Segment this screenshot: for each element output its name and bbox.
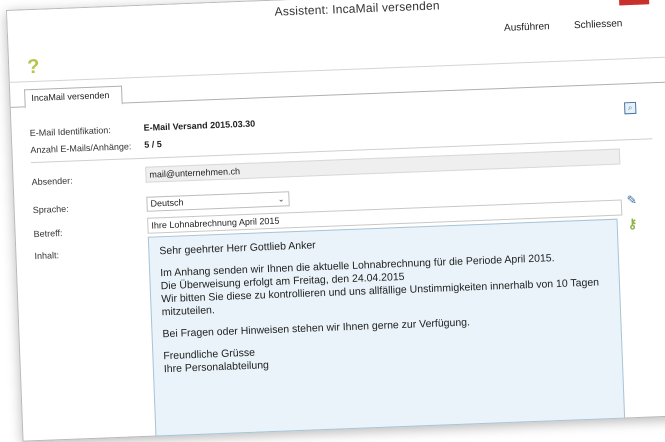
body-textarea[interactable]: Sehr geehrter Herr Gottlieb Anker Im Anh… bbox=[147, 218, 626, 437]
count-label: Anzahl E-Mails/Anhänge: bbox=[30, 141, 132, 156]
sender-field[interactable]: mail@unternehmen.ch bbox=[145, 148, 621, 183]
help-icon[interactable]: ? bbox=[27, 56, 40, 79]
title-bar[interactable]: Assistent: IncaMail versenden × bbox=[7, 0, 665, 37]
sender-label: Absender: bbox=[31, 175, 73, 188]
identification-value: E-Mail Versand 2015.03.30 bbox=[143, 118, 256, 133]
run-button[interactable]: Ausführen bbox=[504, 21, 550, 34]
close-button[interactable]: Schliessen bbox=[574, 18, 623, 31]
language-value: Deutsch bbox=[150, 197, 184, 209]
preview-icon[interactable]: ⌕ bbox=[624, 101, 637, 115]
tab-incamail-versenden[interactable]: IncaMail versenden bbox=[24, 85, 123, 109]
subject-label: Betreff: bbox=[33, 228, 63, 240]
count-value: 5 / 5 bbox=[144, 139, 162, 150]
toolbar-divider bbox=[9, 55, 665, 83]
chevron-down-icon: ⌄ bbox=[277, 194, 285, 204]
body-label: Inhalt: bbox=[34, 250, 60, 262]
key-icon[interactable]: ⚷ bbox=[627, 216, 637, 232]
edit-icon[interactable]: ✎ bbox=[626, 193, 639, 207]
language-select[interactable]: Deutsch ⌄ bbox=[146, 191, 290, 212]
language-label: Sprache: bbox=[32, 203, 69, 216]
window-close-button[interactable]: × bbox=[618, 0, 650, 6]
identification-label: E-Mail Identifikation: bbox=[29, 125, 111, 139]
dialog-window: Assistent: IncaMail versenden × Ausführe… bbox=[6, 0, 665, 442]
window-title: Assistent: IncaMail versenden bbox=[274, 0, 441, 19]
